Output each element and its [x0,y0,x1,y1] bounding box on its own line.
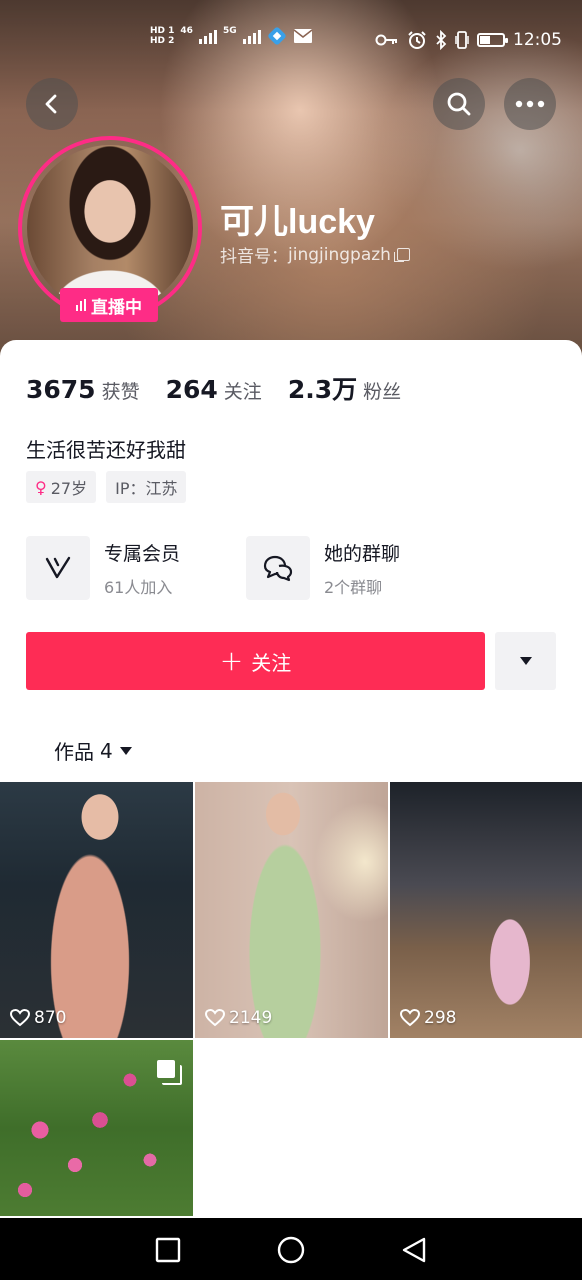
multi-image-icon [157,1060,182,1085]
key-icon [375,34,397,46]
followers-label[interactable]: 粉丝 [363,377,401,404]
feature-row: 专属会员 61人加入 她的群聊 2个群聊 [26,536,556,600]
age-label: 27岁 [50,479,88,498]
more-button[interactable] [504,78,556,130]
work-thumbnail[interactable] [0,1040,193,1216]
recent-apps-icon[interactable] [154,1236,182,1264]
group-chat-subtitle: 2个群聊 [324,577,383,597]
profile-stats: 3675 获赞 264 关注 2.3万 粉丝 [26,370,427,406]
like-count-value: 870 [34,1008,67,1028]
live-bars-icon [76,299,86,311]
caret-down-icon [119,746,132,755]
caret-down-icon [519,657,532,665]
work-thumbnail[interactable]: 2149 [195,782,388,1038]
like-count-value: 2149 [229,1008,273,1028]
ip-tag: IP：江苏 [106,471,187,503]
work-thumbnail[interactable]: 298 [390,782,582,1038]
heart-outline-icon [400,1009,420,1027]
battery-icon [477,33,508,47]
search-button[interactable] [433,78,485,130]
signal-icon-2 [242,28,261,44]
follow-label: 关注 [251,650,292,675]
vip-title: 专属会员 [104,542,181,565]
vip-subtitle: 61人加入 [104,577,173,597]
system-nav-bar [0,1218,582,1280]
group-chat-icon [246,536,310,600]
female-icon: ♀ [35,477,47,497]
like-count: 298 [400,1008,456,1028]
feature-vip[interactable]: 专属会员 61人加入 [26,536,246,600]
bluetooth-status-icon [267,27,286,45]
following-label[interactable]: 关注 [224,377,262,404]
vibrate-icon [455,31,469,49]
vip-v-icon [26,536,90,600]
chevron-left-icon [45,94,57,114]
net-type-2: 5G [222,26,237,36]
age-tag: ♀ 27岁 [26,471,97,503]
status-bar: HD 1 HD 2 46 5G 12:05 [0,0,582,80]
status-right: 12:05 [375,30,562,50]
signal-icon [198,28,217,44]
more-dots-icon [515,100,545,108]
douyin-id[interactable]: 抖音号： jingjingpazh [220,242,410,267]
douyin-id-value: jingjingpazh [288,244,391,265]
tab-works[interactable]: 作品 4 [54,736,133,765]
followers-count[interactable]: 2.3万 [288,370,357,406]
douyin-id-label: 抖音号： [220,247,288,267]
live-badge[interactable]: 直播中 [60,288,158,322]
copy-icon[interactable] [393,248,410,262]
back-button[interactable] [26,78,78,130]
like-count: 870 [10,1008,66,1028]
home-icon[interactable] [277,1236,305,1264]
alarm-icon [408,31,426,49]
works-grid: 870 2149 298 [0,782,582,1216]
likes-count: 3675 [26,375,96,404]
more-actions-button[interactable] [495,632,556,690]
heart-outline-icon [205,1009,225,1027]
work-thumbnail[interactable]: 870 [0,782,193,1038]
live-badge-label: 直播中 [91,297,142,318]
follow-button[interactable]: + 关注 [26,632,485,690]
profile-bio: 生活很苦还好我甜 [26,438,186,462]
likes-label: 获赞 [101,381,140,403]
net-type-1: 46 [180,26,193,36]
hd1-label: HD 1 [150,26,175,36]
like-count: 2149 [205,1008,272,1028]
mail-icon [293,29,313,43]
plus-icon: + [219,644,244,677]
avatar[interactable] [27,145,193,311]
back-nav-icon[interactable] [400,1236,428,1264]
like-count-value: 298 [424,1008,457,1028]
group-chat-title: 她的群聊 [324,542,401,565]
hd2-label: HD 2 [150,36,175,46]
profile-nickname: 可儿lucky [220,203,375,241]
status-left: HD 1 HD 2 46 5G [150,26,313,46]
feature-group-chat[interactable]: 她的群聊 2个群聊 [246,536,466,600]
works-tab-label: 作品 [54,740,94,764]
profile-card: 3675 获赞 264 关注 2.3万 粉丝 生活很苦还好我甜 ♀ 27岁 IP… [0,340,582,1220]
search-icon [447,92,471,116]
works-tab-count: 4 [100,738,113,763]
heart-outline-icon [10,1009,30,1027]
following-count[interactable]: 264 [166,375,218,404]
status-time: 12:05 [513,30,562,50]
profile-tags: ♀ 27岁 IP：江苏 [26,471,187,503]
ip-label: IP：江苏 [115,479,178,498]
bluetooth-icon [436,30,447,50]
